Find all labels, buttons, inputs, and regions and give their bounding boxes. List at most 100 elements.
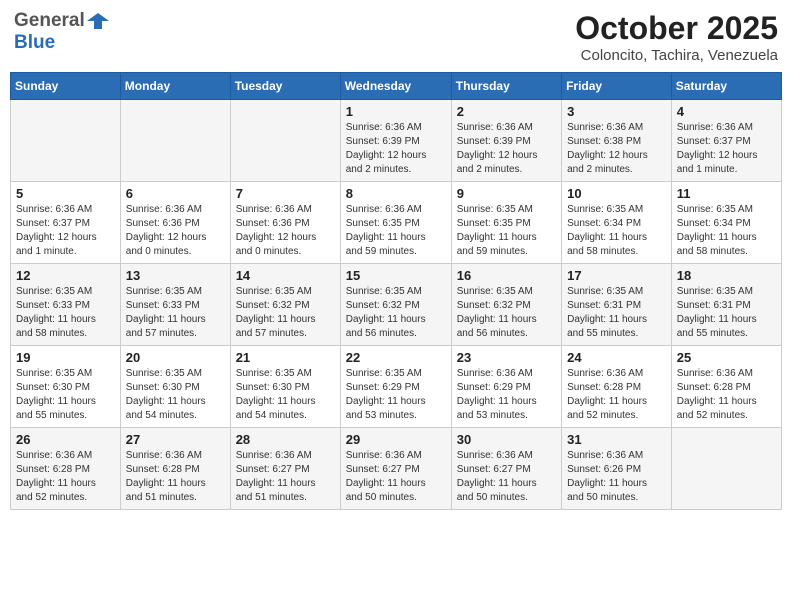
day-info: Sunrise: 6:35 AM Sunset: 6:33 PM Dayligh… — [126, 286, 206, 339]
day-info: Sunrise: 6:36 AM Sunset: 6:27 PM Dayligh… — [457, 450, 537, 503]
day-of-week-header: Monday — [120, 73, 230, 100]
day-info: Sunrise: 6:36 AM Sunset: 6:27 PM Dayligh… — [346, 450, 426, 503]
calendar-cell: 8 Sunrise: 6:36 AM Sunset: 6:35 PM Daylig… — [340, 182, 451, 264]
day-info: Sunrise: 6:35 AM Sunset: 6:32 PM Dayligh… — [236, 286, 316, 339]
calendar-cell: 25 Sunrise: 6:36 AM Sunset: 6:28 PM Dayli… — [671, 346, 781, 428]
day-info: Sunrise: 6:35 AM Sunset: 6:35 PM Dayligh… — [457, 204, 537, 257]
location: Coloncito, Tachira, Venezuela — [575, 47, 778, 64]
logo-blue-text: Blue — [14, 32, 55, 53]
day-info: Sunrise: 6:35 AM Sunset: 6:30 PM Dayligh… — [126, 368, 206, 421]
day-info: Sunrise: 6:36 AM Sunset: 6:28 PM Dayligh… — [677, 368, 757, 421]
day-info: Sunrise: 6:36 AM Sunset: 6:36 PM Dayligh… — [126, 204, 207, 257]
day-number: 17 — [567, 268, 666, 283]
days-of-week-row: SundayMondayTuesdayWednesdayThursdayFrid… — [11, 73, 782, 100]
day-number: 29 — [346, 432, 446, 447]
day-number: 19 — [16, 350, 115, 365]
month-title: October 2025 — [575, 10, 778, 47]
day-info: Sunrise: 6:36 AM Sunset: 6:37 PM Dayligh… — [16, 204, 97, 257]
title-area: October 2025 Coloncito, Tachira, Venezue… — [575, 10, 778, 64]
day-info: Sunrise: 6:36 AM Sunset: 6:26 PM Dayligh… — [567, 450, 647, 503]
day-info: Sunrise: 6:35 AM Sunset: 6:34 PM Dayligh… — [677, 204, 757, 257]
calendar-header: SundayMondayTuesdayWednesdayThursdayFrid… — [11, 73, 782, 100]
calendar-week-row: 19 Sunrise: 6:35 AM Sunset: 6:30 PM Dayli… — [11, 346, 782, 428]
day-number: 3 — [567, 104, 666, 119]
calendar-cell: 31 Sunrise: 6:36 AM Sunset: 6:26 PM Dayli… — [562, 428, 672, 510]
day-number: 2 — [457, 104, 556, 119]
day-number: 25 — [677, 350, 776, 365]
calendar-cell: 23Sunrise: 6:36 AM Sunset: 6:29 PM Dayli… — [451, 346, 561, 428]
day-number: 15 — [346, 268, 446, 283]
day-info: Sunrise: 6:36 AM Sunset: 6:39 PM Dayligh… — [346, 122, 427, 175]
day-number: 14 — [236, 268, 335, 283]
calendar-body: 1Sunrise: 6:36 AM Sunset: 6:39 PM Daylig… — [11, 100, 782, 510]
day-info: Sunrise: 6:36 AM Sunset: 6:38 PM Dayligh… — [567, 122, 648, 175]
logo-general-text: General — [14, 10, 85, 32]
day-info: Sunrise: 6:35 AM Sunset: 6:32 PM Dayligh… — [346, 286, 426, 339]
day-number: 8 — [346, 186, 446, 201]
day-info: Sunrise: 6:36 AM Sunset: 6:35 PM Dayligh… — [346, 204, 426, 257]
day-info: Sunrise: 6:35 AM Sunset: 6:32 PM Dayligh… — [457, 286, 537, 339]
calendar-cell: 21Sunrise: 6:35 AM Sunset: 6:30 PM Dayli… — [230, 346, 340, 428]
day-of-week-header: Wednesday — [340, 73, 451, 100]
calendar-cell: 3 Sunrise: 6:36 AM Sunset: 6:38 PM Daylig… — [562, 100, 672, 182]
calendar-cell: 2 Sunrise: 6:36 AM Sunset: 6:39 PM Daylig… — [451, 100, 561, 182]
calendar-week-row: 12 Sunrise: 6:35 AM Sunset: 6:33 PM Dayli… — [11, 264, 782, 346]
calendar-cell: 14 Sunrise: 6:35 AM Sunset: 6:32 PM Dayli… — [230, 264, 340, 346]
calendar-cell — [120, 100, 230, 182]
day-info: Sunrise: 6:36 AM Sunset: 6:37 PM Dayligh… — [677, 122, 758, 175]
day-info: Sunrise: 6:35 AM Sunset: 6:30 PM Dayligh… — [16, 368, 96, 421]
day-info: Sunrise: 6:36 AM Sunset: 6:39 PM Dayligh… — [457, 122, 538, 175]
calendar-cell: 26 Sunrise: 6:36 AM Sunset: 6:28 PM Dayli… — [11, 428, 121, 510]
day-number: 28 — [236, 432, 335, 447]
day-info: Sunrise: 6:35 AM Sunset: 6:33 PM Dayligh… — [16, 286, 96, 339]
day-info: Sunrise: 6:36 AM Sunset: 6:28 PM Dayligh… — [16, 450, 96, 503]
day-number: 11 — [677, 186, 776, 201]
day-number: 24 — [567, 350, 666, 365]
day-info: Sunrise: 6:36 AM Sunset: 6:27 PM Dayligh… — [236, 450, 316, 503]
logo-bird-icon — [87, 11, 109, 31]
calendar-week-row: 1Sunrise: 6:36 AM Sunset: 6:39 PM Daylig… — [11, 100, 782, 182]
day-number: 12 — [16, 268, 115, 283]
day-number: 4 — [677, 104, 776, 119]
calendar-week-row: 26 Sunrise: 6:36 AM Sunset: 6:28 PM Dayli… — [11, 428, 782, 510]
day-number: 16 — [457, 268, 556, 283]
day-number: 18 — [677, 268, 776, 283]
calendar-cell — [230, 100, 340, 182]
day-number: 7 — [236, 186, 335, 201]
day-of-week-header: Sunday — [11, 73, 121, 100]
calendar-cell: 1Sunrise: 6:36 AM Sunset: 6:39 PM Daylig… — [340, 100, 451, 182]
calendar-cell: 12 Sunrise: 6:35 AM Sunset: 6:33 PM Dayli… — [11, 264, 121, 346]
day-number: 21 — [236, 350, 335, 365]
calendar-cell: 30Sunrise: 6:36 AM Sunset: 6:27 PM Dayli… — [451, 428, 561, 510]
calendar-cell: 7 Sunrise: 6:36 AM Sunset: 6:36 PM Daylig… — [230, 182, 340, 264]
day-info: Sunrise: 6:35 AM Sunset: 6:29 PM Dayligh… — [346, 368, 426, 421]
day-info: Sunrise: 6:35 AM Sunset: 6:31 PM Dayligh… — [567, 286, 647, 339]
calendar-cell: 10Sunrise: 6:35 AM Sunset: 6:34 PM Dayli… — [562, 182, 672, 264]
calendar-cell — [11, 100, 121, 182]
calendar-cell: 27Sunrise: 6:36 AM Sunset: 6:28 PM Dayli… — [120, 428, 230, 510]
day-info: Sunrise: 6:36 AM Sunset: 6:36 PM Dayligh… — [236, 204, 317, 257]
day-number: 26 — [16, 432, 115, 447]
day-number: 31 — [567, 432, 666, 447]
calendar-cell: 13Sunrise: 6:35 AM Sunset: 6:33 PM Dayli… — [120, 264, 230, 346]
day-number: 5 — [16, 186, 115, 201]
calendar-cell: 28 Sunrise: 6:36 AM Sunset: 6:27 PM Dayli… — [230, 428, 340, 510]
day-number: 10 — [567, 186, 666, 201]
calendar-cell: 29 Sunrise: 6:36 AM Sunset: 6:27 PM Dayli… — [340, 428, 451, 510]
calendar-week-row: 5 Sunrise: 6:36 AM Sunset: 6:37 PM Daylig… — [11, 182, 782, 264]
calendar-cell: 19 Sunrise: 6:35 AM Sunset: 6:30 PM Dayli… — [11, 346, 121, 428]
page-header: General Blue October 2025 Coloncito, Tac… — [10, 10, 782, 64]
day-of-week-header: Tuesday — [230, 73, 340, 100]
logo: General Blue — [14, 10, 111, 54]
calendar-cell: 18 Sunrise: 6:35 AM Sunset: 6:31 PM Dayli… — [671, 264, 781, 346]
day-of-week-header: Friday — [562, 73, 672, 100]
calendar-cell: 17 Sunrise: 6:35 AM Sunset: 6:31 PM Dayli… — [562, 264, 672, 346]
day-info: Sunrise: 6:36 AM Sunset: 6:29 PM Dayligh… — [457, 368, 537, 421]
day-number: 22 — [346, 350, 446, 365]
calendar-cell: 9Sunrise: 6:35 AM Sunset: 6:35 PM Daylig… — [451, 182, 561, 264]
day-info: Sunrise: 6:35 AM Sunset: 6:31 PM Dayligh… — [677, 286, 757, 339]
calendar-cell: 5 Sunrise: 6:36 AM Sunset: 6:37 PM Daylig… — [11, 182, 121, 264]
calendar-cell: 16 Sunrise: 6:35 AM Sunset: 6:32 PM Dayli… — [451, 264, 561, 346]
calendar-cell: 4 Sunrise: 6:36 AM Sunset: 6:37 PM Daylig… — [671, 100, 781, 182]
calendar-cell: 22 Sunrise: 6:35 AM Sunset: 6:29 PM Dayli… — [340, 346, 451, 428]
